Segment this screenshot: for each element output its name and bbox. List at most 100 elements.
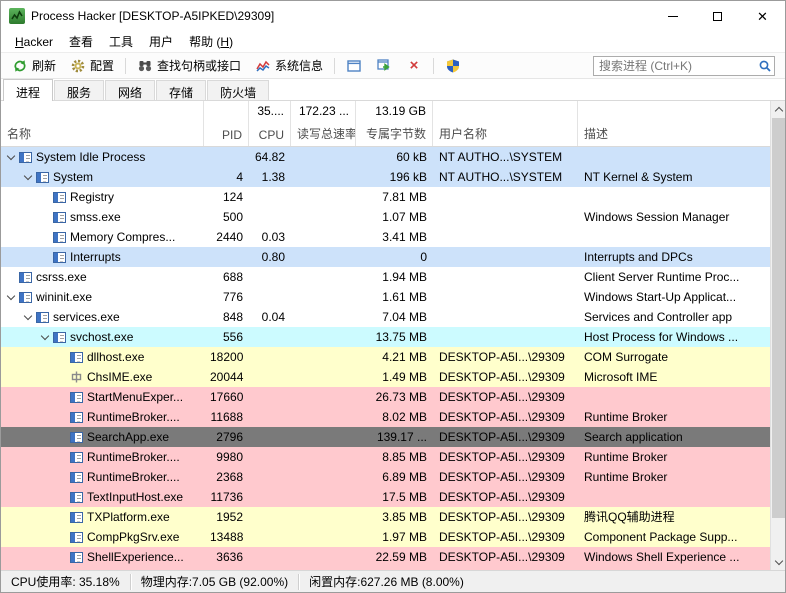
process-icon — [70, 532, 83, 543]
process-name: ChsIME.exe — [87, 370, 152, 384]
scroll-down-button[interactable] — [771, 554, 786, 570]
table-row-RuntimeBroker....[interactable]: RuntimeBroker....116888.02 MBDESKTOP-A5I… — [1, 407, 770, 427]
column-header-private-bytes[interactable]: 13.19 GB专属字节数 — [356, 101, 433, 146]
system-info-button[interactable]: 系统信息 — [248, 53, 330, 78]
process-private-bytes: 0 — [356, 247, 433, 267]
process-description — [578, 187, 770, 207]
tab-防火墙[interactable]: 防火墙 — [207, 80, 269, 100]
table-row-Memory Compres...[interactable]: Memory Compres...24400.033.41 MB — [1, 227, 770, 247]
table-row-CompPkgSrv.exe[interactable]: CompPkgSrv.exe134881.97 MBDESKTOP-A5I...… — [1, 527, 770, 547]
process-private-bytes: 17.5 MB — [356, 487, 433, 507]
process-pid: 688 — [204, 267, 249, 287]
process-cpu — [249, 367, 291, 387]
find-handles-button[interactable]: 查找句柄或接口 — [130, 53, 248, 78]
table-row-TXPlatform.exe[interactable]: TXPlatform.exe19523.85 MBDESKTOP-A5I...\… — [1, 507, 770, 527]
process-description: Host Process for Windows ... — [578, 327, 770, 347]
tab-服务[interactable]: 服务 — [54, 80, 104, 100]
expander-chevron-icon[interactable] — [41, 331, 49, 339]
table-row-csrss.exe[interactable]: csrss.exe6881.94 MBClient Server Runtime… — [1, 267, 770, 287]
table-row-System[interactable]: System41.38196 kBNT AUTHO...\SYSTEMNT Ke… — [1, 167, 770, 187]
binoculars-icon — [137, 58, 153, 74]
table-row-TextInputHost.exe[interactable]: TextInputHost.exe1173617.5 MBDESKTOP-A5I… — [1, 487, 770, 507]
table-row-RuntimeBroker....[interactable]: RuntimeBroker....99808.85 MBDESKTOP-A5I.… — [1, 447, 770, 467]
elevate-button[interactable] — [438, 54, 468, 78]
process-pid: 124 — [204, 187, 249, 207]
process-icon — [70, 552, 83, 563]
tab-存储[interactable]: 存储 — [156, 80, 206, 100]
process-io-rate — [291, 307, 356, 327]
process-user — [433, 207, 578, 227]
table-row-svchost.exe[interactable]: svchost.exe55613.75 MBHost Process for W… — [1, 327, 770, 347]
process-pid: 11736 — [204, 487, 249, 507]
tab-网络[interactable]: 网络 — [105, 80, 155, 100]
process-io-rate — [291, 267, 356, 287]
process-cpu — [249, 467, 291, 487]
process-pid: 500 — [204, 207, 249, 227]
column-header-description[interactable]: 描述 — [578, 101, 770, 146]
table-row-Registry[interactable]: Registry1247.81 MB — [1, 187, 770, 207]
maximize-button[interactable] — [695, 1, 740, 31]
menu-item-hacker[interactable]: Hacker — [7, 32, 61, 52]
tab-进程[interactable]: 进程 — [3, 79, 53, 101]
process-private-bytes: 139.17 ... — [356, 427, 433, 447]
table-row-System Idle Process[interactable]: System Idle Process64.8260 kBNT AUTHO...… — [1, 147, 770, 167]
table-row-StartMenuExper...[interactable]: StartMenuExper...1766026.73 MBDESKTOP-A5… — [1, 387, 770, 407]
expander-chevron-icon[interactable] — [7, 291, 15, 299]
process-icon — [70, 452, 83, 463]
status-free-memory[interactable]: 闲置内存:627.26 MB (8.00%) — [299, 574, 474, 590]
column-header-name[interactable]: 名称 — [1, 101, 204, 146]
status-cpu-usage[interactable]: CPU使用率: 35.18% — [1, 574, 130, 590]
always-on-top-button[interactable] — [339, 54, 369, 78]
table-row-dllhost.exe[interactable]: dllhost.exe182004.21 MBDESKTOP-A5I...\29… — [1, 347, 770, 367]
process-name: Memory Compres... — [70, 230, 175, 244]
menu-item-[interactable]: 工具 — [101, 30, 141, 53]
table-row-smss.exe[interactable]: smss.exe5001.07 MBWindows Session Manage… — [1, 207, 770, 227]
table-row-RuntimeBroker....[interactable]: RuntimeBroker....23686.89 MBDESKTOP-A5I.… — [1, 467, 770, 487]
process-pid: 4 — [204, 167, 249, 187]
expander-chevron-icon[interactable] — [7, 151, 15, 159]
expander-chevron-icon[interactable] — [24, 311, 32, 319]
refresh-button[interactable]: 刷新 — [5, 53, 63, 78]
table-row-services.exe[interactable]: services.exe8480.047.04 MBServices and C… — [1, 307, 770, 327]
process-cpu — [249, 547, 291, 567]
column-header-io[interactable]: 172.23 ...读写总速率 — [291, 101, 356, 146]
process-icon — [70, 352, 83, 363]
process-hacker-window: Process Hacker [DESKTOP-A5IPKED\29309] ✕… — [0, 0, 786, 593]
process-name: System — [53, 170, 93, 184]
process-description: Interrupts and DPCs — [578, 247, 770, 267]
process-icon — [70, 492, 83, 503]
close-button[interactable]: ✕ — [740, 1, 785, 31]
column-header-user[interactable]: 用户名称 — [433, 101, 578, 146]
process-io-rate — [291, 407, 356, 427]
column-header-cpu[interactable]: 35....CPU — [249, 101, 291, 146]
expander-chevron-icon[interactable] — [24, 171, 32, 179]
terminate-button[interactable]: × — [399, 54, 429, 78]
process-io-rate — [291, 467, 356, 487]
options-button[interactable]: 配置 — [63, 53, 121, 78]
vertical-scrollbar[interactable] — [770, 101, 785, 570]
process-name: csrss.exe — [36, 270, 87, 284]
menu-item-[interactable]: 查看 — [61, 30, 101, 53]
scrollbar-thumb[interactable] — [772, 118, 785, 518]
process-private-bytes: 3.85 MB — [356, 507, 433, 527]
table-row-wininit.exe[interactable]: wininit.exe7761.61 MBWindows Start-Up Ap… — [1, 287, 770, 307]
table-row-Interrupts[interactable]: Interrupts0.800Interrupts and DPCs — [1, 247, 770, 267]
process-description: Windows Session Manager — [578, 207, 770, 227]
process-icon — [53, 252, 66, 263]
column-header-pid[interactable]: PID — [204, 101, 249, 146]
menu-bar: Hacker查看工具用户帮助 (H) — [1, 31, 785, 53]
refresh-label: 刷新 — [32, 57, 56, 74]
table-row-SearchApp.exe[interactable]: SearchApp.exe2796139.17 ...DESKTOP-A5I..… — [1, 427, 770, 447]
menu-item-h[interactable]: 帮助 (H) — [181, 30, 241, 53]
open-window-button[interactable] — [369, 54, 399, 78]
minimize-button[interactable] — [650, 1, 695, 31]
scroll-up-button[interactable] — [771, 101, 786, 117]
table-row-ShellExperience...[interactable]: ShellExperience...363622.59 MBDESKTOP-A5… — [1, 547, 770, 567]
status-physical-memory[interactable]: 物理内存:7.05 GB (92.00%) — [131, 574, 298, 590]
process-cpu — [249, 387, 291, 407]
menu-item-[interactable]: 用户 — [141, 30, 181, 53]
process-name: dllhost.exe — [87, 350, 144, 364]
search-input[interactable] — [593, 56, 775, 76]
table-row-ChsIME.exe[interactable]: ChsIME.exe200441.49 MBDESKTOP-A5I...\293… — [1, 367, 770, 387]
search-icon[interactable] — [758, 59, 772, 78]
